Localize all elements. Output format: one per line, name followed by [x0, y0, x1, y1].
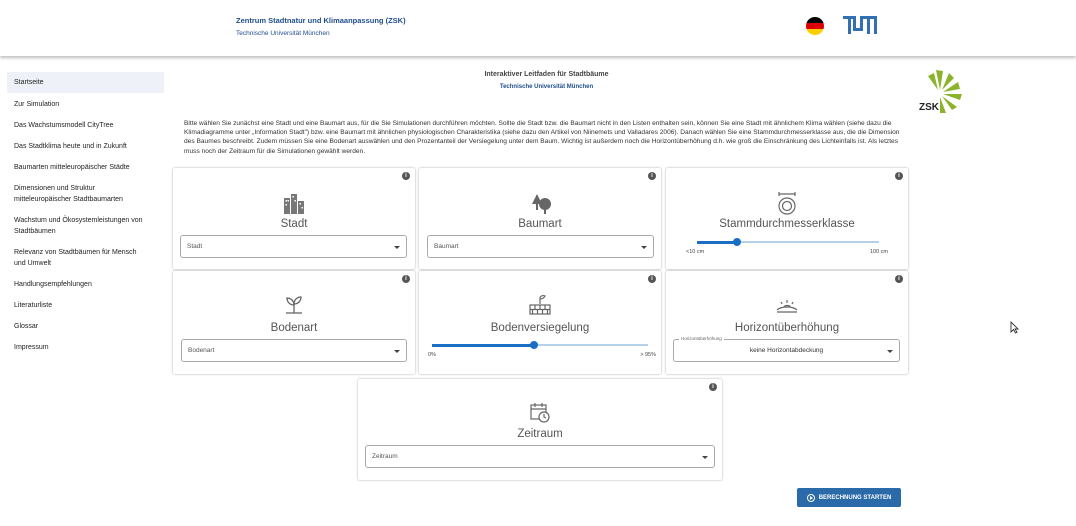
versiegelung-slider[interactable] — [432, 340, 648, 350]
horizon-sun-icon — [776, 300, 798, 313]
german-flag-icon[interactable] — [806, 17, 824, 35]
sidebar-item-literatur[interactable]: Literaturliste — [7, 300, 164, 311]
bodenart-select[interactable]: Bodenart — [181, 339, 407, 362]
bodenart-select-value: Bodenart — [188, 347, 215, 354]
zsk-logo-icon: ZSK — [919, 70, 962, 113]
play-circle-icon — [806, 493, 815, 502]
info-icon[interactable]: i — [895, 275, 903, 283]
slider-thumb[interactable] — [733, 238, 742, 246]
stadt-select[interactable]: Stadt — [180, 235, 407, 258]
sidebar-item-impressum[interactable]: Impressum — [7, 342, 164, 353]
header-subtitle: Technische Universität München — [236, 30, 330, 37]
chevron-down-icon — [394, 350, 400, 353]
card-title-boden: Bodenart — [270, 322, 318, 334]
card-title-horizont: Horizontüberhöhung — [734, 322, 840, 334]
app-header: Zentrum Stadtnatur und Klimaanpassung (Z… — [0, 0, 1076, 56]
start-calculation-button[interactable]: BERECHNUNG STARTEN — [797, 488, 901, 507]
zeitraum-select[interactable]: Zeitraum — [365, 445, 715, 468]
stadt-select-value: Stadt — [187, 243, 203, 250]
card-title-zeitraum: Zeitraum — [517, 428, 563, 440]
card-title-versiegelung: Bodenversiegelung — [490, 322, 590, 334]
start-calculation-label: BERECHNUNG STARTEN — [818, 494, 892, 501]
versiegelung-max-label: > 95% — [640, 352, 656, 358]
sidebar-item-simulation[interactable]: Zur Simulation — [7, 99, 164, 110]
calendar-clock-icon — [530, 403, 550, 423]
card-title-baumart: Baumart — [518, 218, 562, 230]
slider-track — [432, 343, 534, 347]
info-icon[interactable]: i — [709, 383, 717, 391]
header-title: Zentrum Stadtnatur und Klimaanpassung (Z… — [236, 16, 406, 25]
baumart-select-value: Baumart — [434, 243, 459, 250]
stamm-max-label: 100 cm — [869, 249, 888, 255]
horizont-select[interactable]: Horizontüberhöhung keine Horizontabdecku… — [673, 336, 900, 362]
stamm-min-label: <10 cm — [686, 249, 705, 255]
info-icon[interactable]: i — [648, 275, 656, 283]
card-title-stamm: Stammdurchmesserklasse — [719, 218, 855, 230]
card-zeitraum: i Zeitraum Zeitraum — [358, 379, 722, 480]
card-horizont: i Horizontüberhöhung Horizontüberhöhung … — [666, 271, 908, 374]
sidebar-item-glossar[interactable]: Glossar — [7, 321, 164, 332]
sidebar-nav: Startseite Zur Simulation Das Wachstumsm… — [7, 72, 164, 353]
trees-icon — [532, 194, 551, 214]
sidebar-item-startseite[interactable]: Startseite — [7, 72, 164, 93]
info-icon[interactable]: i — [402, 172, 410, 180]
card-baumart: i Baumart Baumart — [419, 168, 661, 269]
info-icon[interactable]: i — [895, 172, 903, 180]
city-icon — [284, 194, 304, 214]
intro-text: Bitte wählen Sie zunächst eine Stadt und… — [184, 120, 900, 155]
sidebar-item-handlung[interactable]: Handlungsempfehlungen — [7, 279, 164, 290]
stamm-slider[interactable] — [697, 237, 879, 247]
card-title-stadt: Stadt — [280, 218, 308, 230]
info-icon[interactable]: i — [648, 172, 656, 180]
sidebar-item-dimensionen[interactable]: Dimensionen und Struktur mitteleuropäisc… — [7, 183, 132, 205]
sidebar-item-wachstum[interactable]: Wachstum und Ökosystemleistungen von Sta… — [7, 215, 157, 237]
sidebar-item-stadtklima[interactable]: Das Stadtklima heute und in Zukunft — [7, 141, 164, 152]
slider-thumb[interactable] — [529, 341, 538, 349]
baumart-select[interactable]: Baumart — [427, 235, 654, 258]
chevron-down-icon — [702, 456, 708, 459]
paving-icon — [529, 295, 551, 315]
horizont-select-value: keine Horizontabdeckung — [749, 347, 824, 354]
card-versiegelung: i Bodenversiegelung 0% > 95% — [419, 271, 661, 374]
card-stadt: i Stadt Stadt — [173, 168, 415, 269]
sprout-icon — [286, 296, 302, 314]
sidebar-item-citytree[interactable]: Das Wachstumsmodell CityTree — [7, 120, 164, 131]
versiegelung-min-label: 0% — [428, 352, 436, 358]
slider-track — [697, 240, 738, 244]
info-icon[interactable]: i — [402, 275, 410, 283]
chevron-down-icon — [394, 246, 400, 249]
zsk-logo-text: ZSK — [919, 102, 940, 113]
zeitraum-select-value: Zeitraum — [372, 453, 398, 460]
page-subtitle: Technische Universität München — [499, 84, 594, 90]
chevron-down-icon — [641, 246, 647, 249]
chevron-down-icon — [887, 350, 893, 353]
tum-logo-icon[interactable] — [843, 16, 877, 34]
card-boden: i Bodenart Bodenart — [173, 271, 415, 374]
page-title: Interaktiver Leitfaden für Stadtbäume — [484, 71, 609, 78]
sidebar-item-relevanz[interactable]: Relevanz von Stadtbäumen für Mensch und … — [7, 247, 157, 269]
horizont-select-legend: Horizontüberhöhung — [679, 336, 724, 341]
card-stamm: i Stammdurchmesserklasse <10 cm 100 cm — [666, 168, 908, 269]
mouse-cursor-icon — [1010, 321, 1019, 334]
trunk-diameter-icon — [778, 192, 796, 215]
sidebar-item-baumarten[interactable]: Baumarten mitteleuropäischer Städte — [7, 162, 164, 173]
